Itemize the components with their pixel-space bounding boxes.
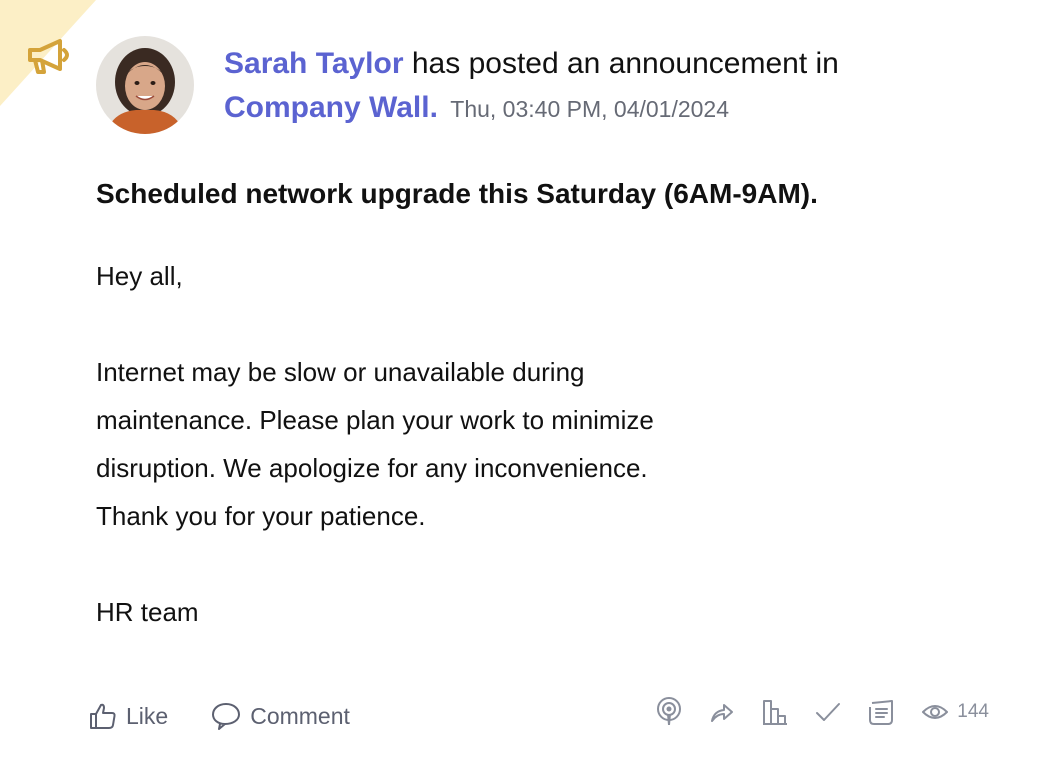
chart-icon [763,700,788,725]
body-line: Hey all, [96,261,183,291]
comment-label: Comment [250,702,350,729]
check-icon [816,703,841,721]
avatar[interactable] [96,36,194,134]
post-header: Sarah Taylor has posted an announcement … [224,42,839,131]
notes-button[interactable] [867,698,895,726]
podcast-icon [657,697,682,725]
body-line: disruption. We apologize for any inconve… [96,453,648,483]
body-line: Internet may be slow or unavailable duri… [96,357,585,387]
post-body: Hey all, Internet may be slow or unavail… [96,252,654,636]
body-line [96,300,654,348]
comment-icon [212,703,241,730]
share-icon [711,704,734,722]
post-title: Scheduled network upgrade this Saturday … [96,178,818,209]
mark-done-button[interactable] [815,701,841,723]
chart-button[interactable] [761,698,789,726]
thumbs-up-icon [90,703,116,729]
like-label: Like [126,702,169,729]
body-line [96,540,654,588]
post-action-text: has posted an announcement in [411,47,839,80]
podcast-button[interactable] [655,697,683,727]
view-count: 144 [921,701,989,723]
body-line: Thank you for your patience. [96,501,426,531]
channel-link[interactable]: Company Wall. [224,91,438,124]
view-count-value: 144 [957,701,989,722]
megaphone-icon [28,39,69,74]
comment-button[interactable]: Comment [210,701,350,731]
author-link[interactable]: Sarah Taylor [224,47,404,80]
post-tools: 144 [629,694,989,730]
post-actions: Like Comment [88,694,392,738]
share-button[interactable] [709,700,735,724]
post-timestamp: Thu, 03:40 PM, 04/01/2024 [450,96,730,122]
body-line: HR team [96,597,199,627]
like-button[interactable]: Like [88,701,168,731]
notes-icon [869,700,894,725]
body-line: maintenance. Please plan your work to mi… [96,405,654,435]
eye-icon [922,705,949,719]
